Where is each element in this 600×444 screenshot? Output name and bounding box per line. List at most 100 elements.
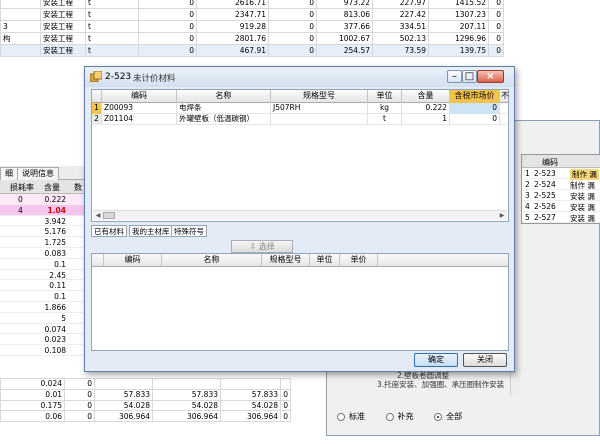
cell-spec[interactable] [271,114,368,125]
cell-quantity[interactable]: 0.222 [402,103,450,114]
header-row-number [92,90,102,103]
cell-code: 2-525 [534,191,556,200]
table-row[interactable]: 2 Z01104 外罐壁板（低温碳钢） t 1 0 [92,114,508,125]
cell-code[interactable]: Z00093 [102,103,177,114]
cell-value: 1307.23 [428,8,489,21]
scroll-thumb[interactable] [103,212,115,219]
row-label [0,0,41,9]
cell-value: 0 [64,388,95,401]
cell-value: 0 [268,32,317,45]
dialog-title-code: 2-523 [105,72,132,82]
select-arrow-icon: ⇩ [249,242,257,251]
close-button[interactable]: 关闭 [463,353,507,367]
list-item[interactable]: 1 2-523 制作 漏 [522,168,600,180]
ok-button[interactable]: 确定 [414,353,458,367]
cell-value: 0 [138,20,197,33]
tab-description[interactable]: 说明信息 [17,167,59,180]
scroll-right-icon[interactable]: ▶ [497,211,507,220]
cell-value: 0 [268,0,317,9]
bottom-table: 0.024 0 0.01 0 57.833 57.833 57.833 0 0.175 0 54.0… [0,378,291,423]
dialog-title-bar[interactable]: 2-523 未计价材料 – □ × [85,67,514,87]
right-list-rows: 1 2-523 制作 漏 2 2-524 制作 漏 3 2-525 安装 漏 4 2-526 安装 漏… [522,168,600,223]
cell-value: 0 [64,410,95,423]
list-item[interactable]: 5 2-527 安装 漏 [522,212,600,223]
cell-price-no-tax[interactable] [500,114,510,125]
minimize-button[interactable]: – [447,70,462,83]
cell-code: 2-524 [534,180,556,189]
cell-unit: t [85,44,139,57]
table-row[interactable]: 构安装工程 t 0 2801.76 0 1002.67 502.13 1296.96 0 [0,32,504,45]
cell-code[interactable]: Z01104 [102,114,177,125]
cell-value: 57.833 [94,388,153,401]
scroll-left-icon[interactable]: ◀ [93,211,103,220]
cell-value: 57.833 [220,388,281,401]
radio-label: 全部 [446,412,463,421]
table-row[interactable]: 0.024 0 [0,378,291,390]
cell-market-price[interactable]: 0 [450,103,500,114]
header-spec: 规格型号 [262,254,310,267]
table-row[interactable]: 安装工程 t 0 2616.71 0 973.22 227.97 1415.52 0 [0,0,504,9]
cell-value: 0 [64,378,95,390]
table-row[interactable]: 0.06 0 306.964 306.964 306.964 0 [0,410,291,423]
cell-value: 377.66 [316,20,373,33]
cell-name[interactable]: 外罐壁板（低温碳钢） [177,114,271,125]
header-unit-price: 单价 [340,254,378,267]
cell-row-number: 2 [92,114,102,125]
top-table: 安装工程 t 0 2616.71 0 973.22 227.97 1415.52 0 安装工程 t 0… [0,0,504,57]
cell-value: 0 [488,20,504,33]
cell-market-price[interactable]: 0 [450,114,500,125]
radio-all[interactable]: 全部 [434,412,462,421]
list-item[interactable]: 3 2-525 安装 漏 [522,190,600,201]
tab-special-symbols[interactable]: 特殊符号 [171,225,207,237]
tab-detail[interactable]: 细 [0,167,18,180]
cell-value: 973.22 [316,0,373,9]
cell-value: 0 [488,32,504,45]
cell-spec[interactable]: J507RH [271,103,368,114]
material-grid-hscrollbar[interactable]: ◀ ▶ [93,210,507,220]
header-market-price-tax[interactable]: 含税市场价 [450,90,500,103]
list-item[interactable]: 2 2-524 制作 漏 [522,179,600,190]
table-row[interactable]: 1 Z00093 电焊条 J507RH kg 0.222 0 [92,103,508,114]
cell-quantity[interactable]: 1 [402,114,450,125]
cell-value: 1002.67 [316,32,373,45]
cell-value: 254.57 [316,44,373,57]
cell-value: 0 [138,44,197,57]
cell-unit[interactable]: t [368,114,402,125]
cell-value: 207.11 [428,20,489,33]
header-quantity: 含量 [402,90,450,103]
radio-circle-icon [337,412,345,421]
cell-type: 安装工程 [40,0,86,9]
background-grid-bottom: 0.024 0 0.01 0 57.833 57.833 57.833 0 0.175 0 54.0… [0,378,330,423]
cell-price-no-tax[interactable] [500,103,510,114]
table-row[interactable]: 0.175 0 54.028 54.028 54.028 0 [0,399,291,412]
app-icon [90,71,102,82]
cell-value: 0 [64,399,95,412]
row-label: 构 [0,32,41,45]
cell-name[interactable]: 电焊条 [177,103,271,114]
list-item[interactable]: 4 2-526 安装 漏 [522,201,600,212]
cell-quantity: 5 [61,313,66,323]
cell-type: 安装工程 [40,32,86,45]
tab-my-main-materials[interactable]: 我的主材库 [129,225,173,237]
table-row[interactable]: 安装工程 t 0 467.91 0 254.57 73.59 139.75 0 [0,44,504,57]
radio-standard[interactable]: 标准 [337,412,365,421]
select-button[interactable]: ⇩ 选择 [231,240,293,253]
cell-value: 306.964 [152,410,221,423]
radio-supplement[interactable]: 补充 [385,412,414,421]
header-count: 数 [74,183,82,192]
maximize-button[interactable]: □ [462,70,477,83]
header-quantity: 含量 [44,183,60,192]
radio-circle-icon [434,412,443,421]
cell-value: 0.01 [0,388,65,401]
table-row[interactable]: 3 安装工程 t 0 919.28 0 377.66 334.51 207.11 0 [0,20,504,33]
cell-row-number: 1 [92,103,102,114]
cell-value: 0 [138,32,197,45]
cell-quantity: 1.725 [44,238,66,248]
cell-unit[interactable]: kg [368,103,402,114]
cell-value [94,378,153,390]
tab-existing-materials[interactable]: 已有材料 [91,225,127,237]
table-row[interactable]: 0.01 0 57.833 57.833 57.833 0 [0,388,291,401]
row-label [0,44,41,57]
table-row[interactable]: 安装工程 t 0 2347.71 0 813.06 227.42 1307.23 0 [0,8,504,21]
close-window-button[interactable]: × [477,70,504,83]
